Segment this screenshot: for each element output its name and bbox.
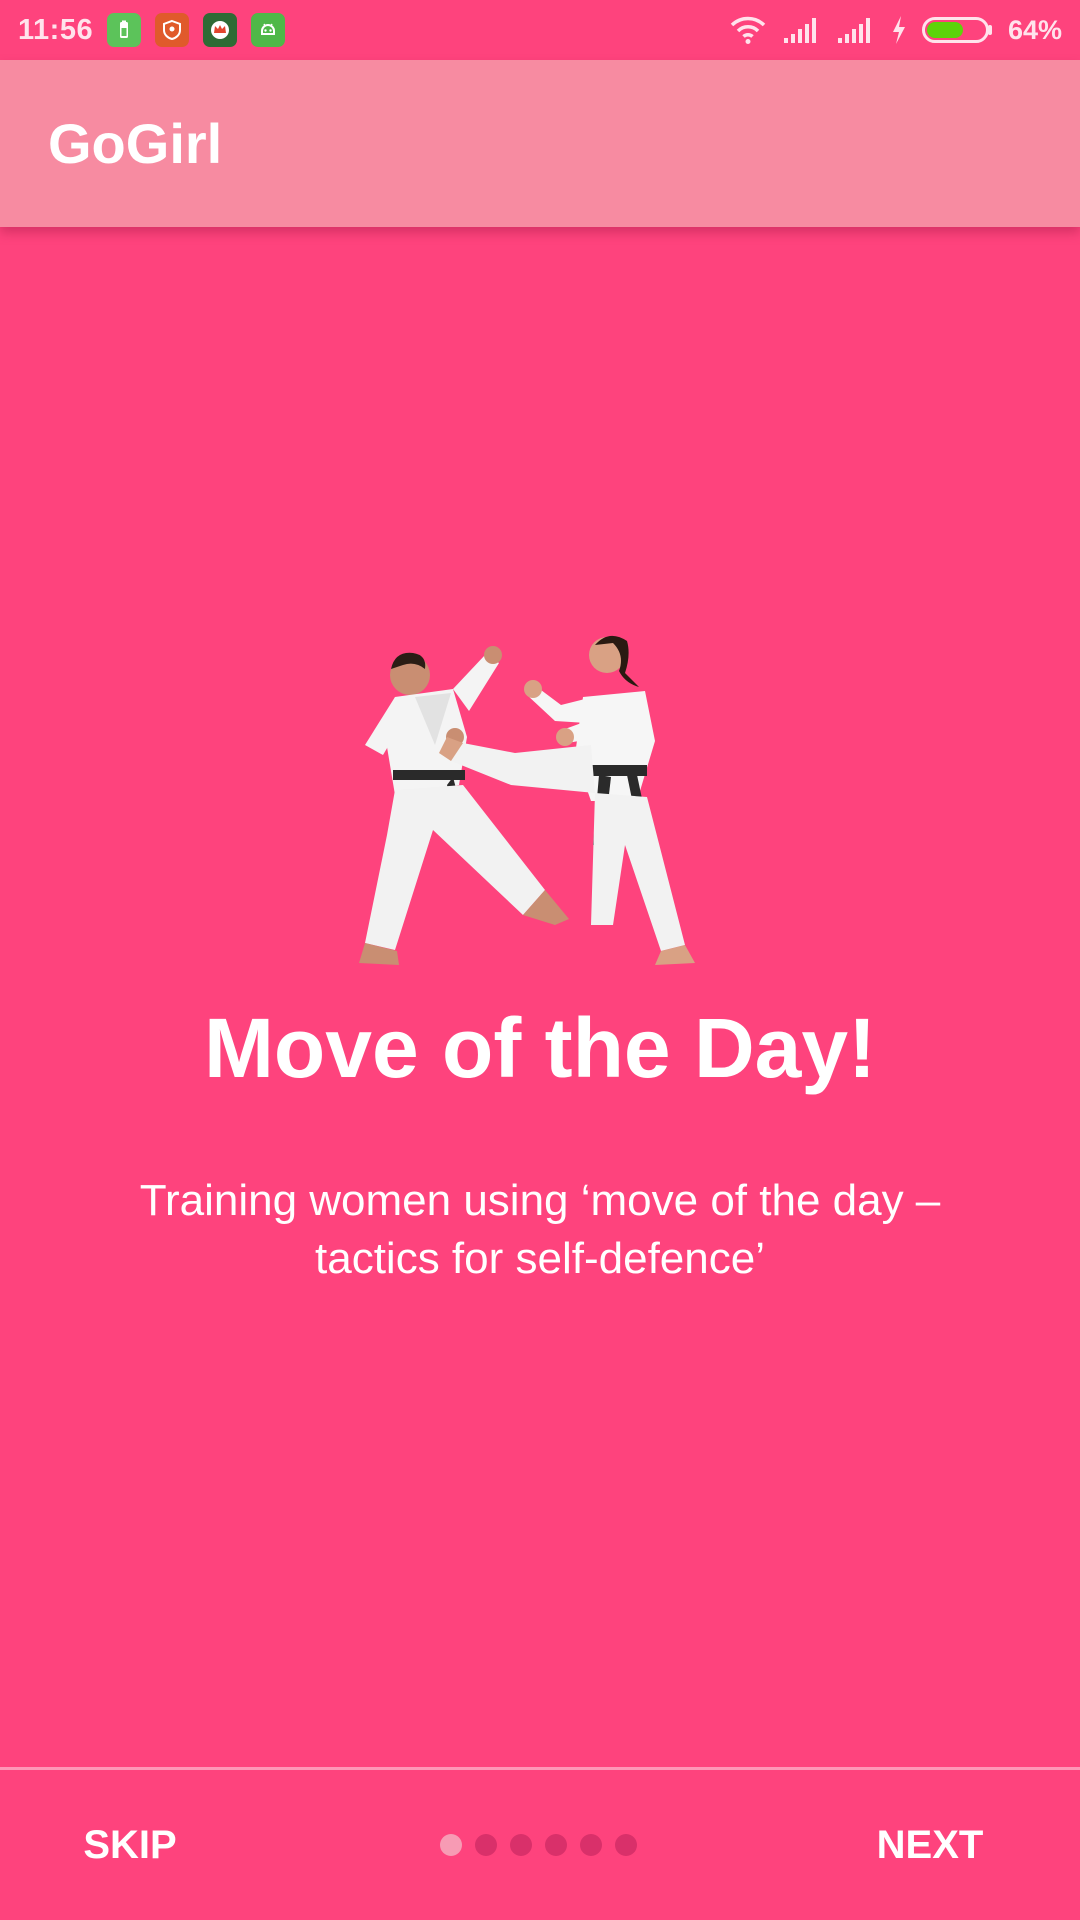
karate-sparring-illustration — [359, 635, 695, 965]
signal-2-icon — [837, 18, 870, 43]
status-time: 11:56 — [18, 13, 94, 46]
crown-app-icon — [203, 13, 238, 47]
page-dot[interactable] — [580, 1834, 602, 1856]
skip-button[interactable]: SKIP — [40, 1770, 220, 1920]
charging-bolt-icon — [892, 16, 905, 44]
status-left: 11:56 — [18, 13, 286, 47]
signal-1-icon — [783, 18, 816, 43]
status-right: 64% — [728, 15, 1062, 46]
battery-percent: 64% — [1007, 14, 1062, 45]
page-dot[interactable] — [545, 1834, 567, 1856]
slide-title: Move of the Day! — [203, 1001, 877, 1095]
slide-description: Training women using ‘move of the day – … — [139, 1176, 941, 1283]
app-title: GoGirl — [48, 112, 223, 175]
page-indicator — [440, 1832, 640, 1858]
app-bar: GoGirl — [0, 60, 1080, 227]
page-dot[interactable] — [440, 1834, 462, 1856]
shield-app-icon — [155, 13, 190, 47]
wifi-icon — [730, 16, 766, 44]
android-app-icon — [251, 13, 286, 47]
status-bar: 11:56 64% — [0, 0, 1080, 60]
battery-icon — [921, 17, 992, 43]
page-dot[interactable] — [475, 1834, 497, 1856]
battery-saver-icon — [107, 13, 142, 47]
bottom-bar: SKIP NEXT — [0, 1770, 1080, 1920]
page-dot[interactable] — [510, 1834, 532, 1856]
next-button[interactable]: NEXT — [820, 1770, 1040, 1920]
page-dot[interactable] — [615, 1834, 637, 1856]
